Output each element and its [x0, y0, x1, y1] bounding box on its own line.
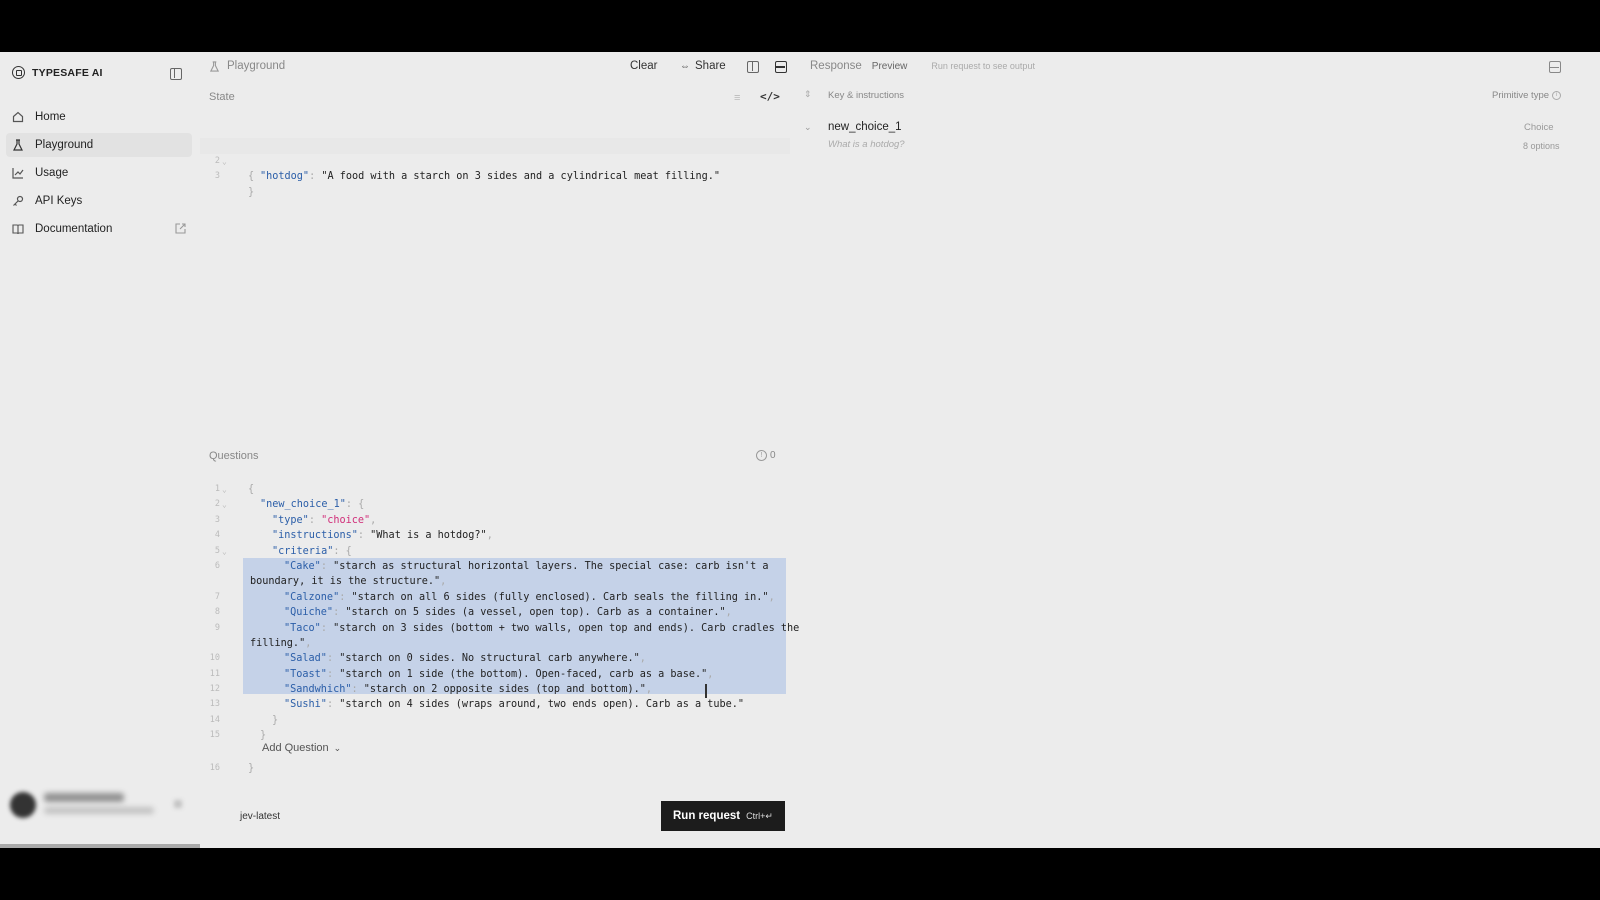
- code-line: 9 "Taco": "starch on 3 sides (bottom + tw…: [214, 622, 800, 634]
- format-list-icon[interactable]: ≡: [734, 92, 740, 104]
- sidebar-item-label: Home: [35, 111, 66, 123]
- code-line: 8 "Quiche": "starch on 5 sides (a vessel,…: [214, 607, 732, 619]
- sidebar-item-label: Playground: [35, 139, 94, 151]
- panel-toggle-icon[interactable]: [1549, 61, 1561, 73]
- sidebar-item-api-keys[interactable]: API Keys: [6, 189, 192, 213]
- state-label: State: [209, 91, 235, 103]
- add-question-button[interactable]: Add Question ⌄: [262, 742, 341, 754]
- code-line: 12 "Sandwhich": "starch on 2 opposite sid…: [209, 684, 653, 696]
- code-line: 1 ⌄ {: [200, 123, 790, 182]
- info-icon: !: [756, 450, 767, 461]
- split-layout-icon[interactable]: [747, 61, 759, 73]
- user-name-blurred: [44, 793, 124, 802]
- code-line: 14}: [209, 714, 279, 726]
- page-title-text: Playground: [227, 60, 286, 72]
- chart-icon: [12, 167, 24, 179]
- sidebar-item-label: Documentation: [35, 223, 113, 235]
- code-line: 3 }: [214, 171, 255, 198]
- external-link-icon: [175, 223, 186, 234]
- state-editor[interactable]: 1 ⌄ { 2 "hotdog": "A food with a starch …: [200, 123, 790, 198]
- code-line: 13 "Sushi": "starch on 4 sides (wraps aro…: [209, 699, 745, 711]
- link-icon: ⇔: [680, 60, 690, 72]
- code-line: 2 "hotdog": "A food with a starch on 3 s…: [200, 138, 790, 182]
- code-line: 1 ⌄{: [214, 484, 255, 495]
- code-line: boundary, it is the structure.",: [250, 576, 447, 588]
- column-header-key: Key & instructions: [828, 90, 905, 101]
- response-tabs: Response Preview Run request to see outp…: [810, 60, 1035, 72]
- tab-response[interactable]: Response: [810, 60, 862, 72]
- share-button-label: Share: [695, 60, 726, 72]
- share-button[interactable]: ⇔ Share: [680, 60, 726, 72]
- book-icon: [12, 223, 24, 235]
- run-request-button[interactable]: Run request Ctrl+↵: [661, 801, 785, 831]
- logo-icon: [12, 66, 25, 79]
- text-cursor: [705, 684, 707, 698]
- questions-editor[interactable]: 1 ⌄{ 2 ⌄ "new_choice_1": { 3 "type": "choice…: [200, 482, 800, 744]
- code-line: 10 "Salad": "starch on 0 sides. No struct…: [209, 653, 646, 665]
- questions-label: Questions: [209, 450, 259, 462]
- key-icon: [12, 195, 24, 207]
- code-line: filling.",: [250, 637, 312, 649]
- sidebar-item-home[interactable]: Home: [6, 105, 192, 129]
- clear-button[interactable]: Clear: [630, 60, 657, 72]
- app-window: TYPESAFE AI Home Playground Usage API Ke…: [0, 52, 1600, 848]
- stacked-layout-icon[interactable]: [775, 61, 787, 73]
- tab-preview[interactable]: Preview: [872, 61, 908, 72]
- flask-icon: [12, 139, 24, 151]
- editor-panel: Playground Clear ⇔ Share State ≡ </> 1 ⌄…: [200, 52, 800, 848]
- code-line: 3 "type": "choice",: [214, 514, 377, 526]
- letterbox-top: [0, 0, 1600, 52]
- page-title: Playground: [209, 60, 285, 72]
- sidebar-item-usage[interactable]: Usage: [6, 161, 192, 185]
- response-hint: Run request to see output: [931, 61, 1035, 71]
- code-line: 2 ⌄ "new_choice_1": {: [214, 499, 365, 511]
- question-key[interactable]: new_choice_1: [828, 121, 902, 133]
- sidebar-nav: Home Playground Usage API Keys Documenta…: [6, 105, 192, 245]
- code-line: 7 "Calzone": "starch on all 6 sides (full…: [214, 591, 775, 603]
- avatar[interactable]: [10, 792, 36, 818]
- clear-button-label: Clear: [630, 60, 658, 72]
- question-instructions: What is a hotdog?: [828, 139, 905, 150]
- model-selector[interactable]: jev-latest: [240, 811, 280, 822]
- column-header-type: Primitive type i: [1492, 90, 1562, 101]
- sidebar-item-documentation[interactable]: Documentation: [6, 217, 192, 241]
- code-icon[interactable]: </>: [760, 90, 780, 103]
- response-panel: Response Preview Run request to see outp…: [800, 52, 1600, 848]
- brand-name: TYPESAFE AI: [32, 66, 103, 79]
- sidebar-item-label: Usage: [35, 167, 69, 179]
- flask-icon: [209, 60, 220, 72]
- sidebar-item-playground[interactable]: Playground: [6, 133, 192, 157]
- error-count-badge: ! 0: [756, 450, 776, 461]
- code-line: 5 ⌄ "criteria": {: [214, 545, 352, 557]
- sidebar-item-label: API Keys: [35, 195, 83, 207]
- questions-editor-tail: 16}: [209, 763, 255, 774]
- expand-row-chevron-icon[interactable]: ⌄: [804, 122, 812, 133]
- sort-icon[interactable]: ⇕: [804, 89, 812, 100]
- brand[interactable]: TYPESAFE AI: [12, 66, 103, 79]
- home-icon: [12, 111, 24, 123]
- collapse-sidebar-icon[interactable]: [170, 68, 182, 80]
- options-count: 8 options: [1523, 141, 1560, 151]
- code-line: 6 "Cake": "starch as structural horizonta…: [214, 560, 769, 572]
- shortcut-hint: Ctrl+↵: [746, 810, 773, 821]
- letterbox-bottom: [0, 848, 1600, 900]
- user-email-blurred: [44, 807, 154, 814]
- user-menu-chevron-icon[interactable]: [174, 800, 182, 808]
- question-type-badge: Choice: [1524, 122, 1554, 133]
- sidebar: TYPESAFE AI Home Playground Usage API Ke…: [0, 52, 224, 848]
- code-line: 4 "instructions": "What is a hotdog?",: [214, 530, 493, 542]
- code-line: 11 "Toast": "starch on 1 side (the bottom…: [209, 668, 714, 680]
- info-icon[interactable]: i: [1552, 91, 1562, 100]
- chevron-down-icon: ⌄: [333, 742, 342, 753]
